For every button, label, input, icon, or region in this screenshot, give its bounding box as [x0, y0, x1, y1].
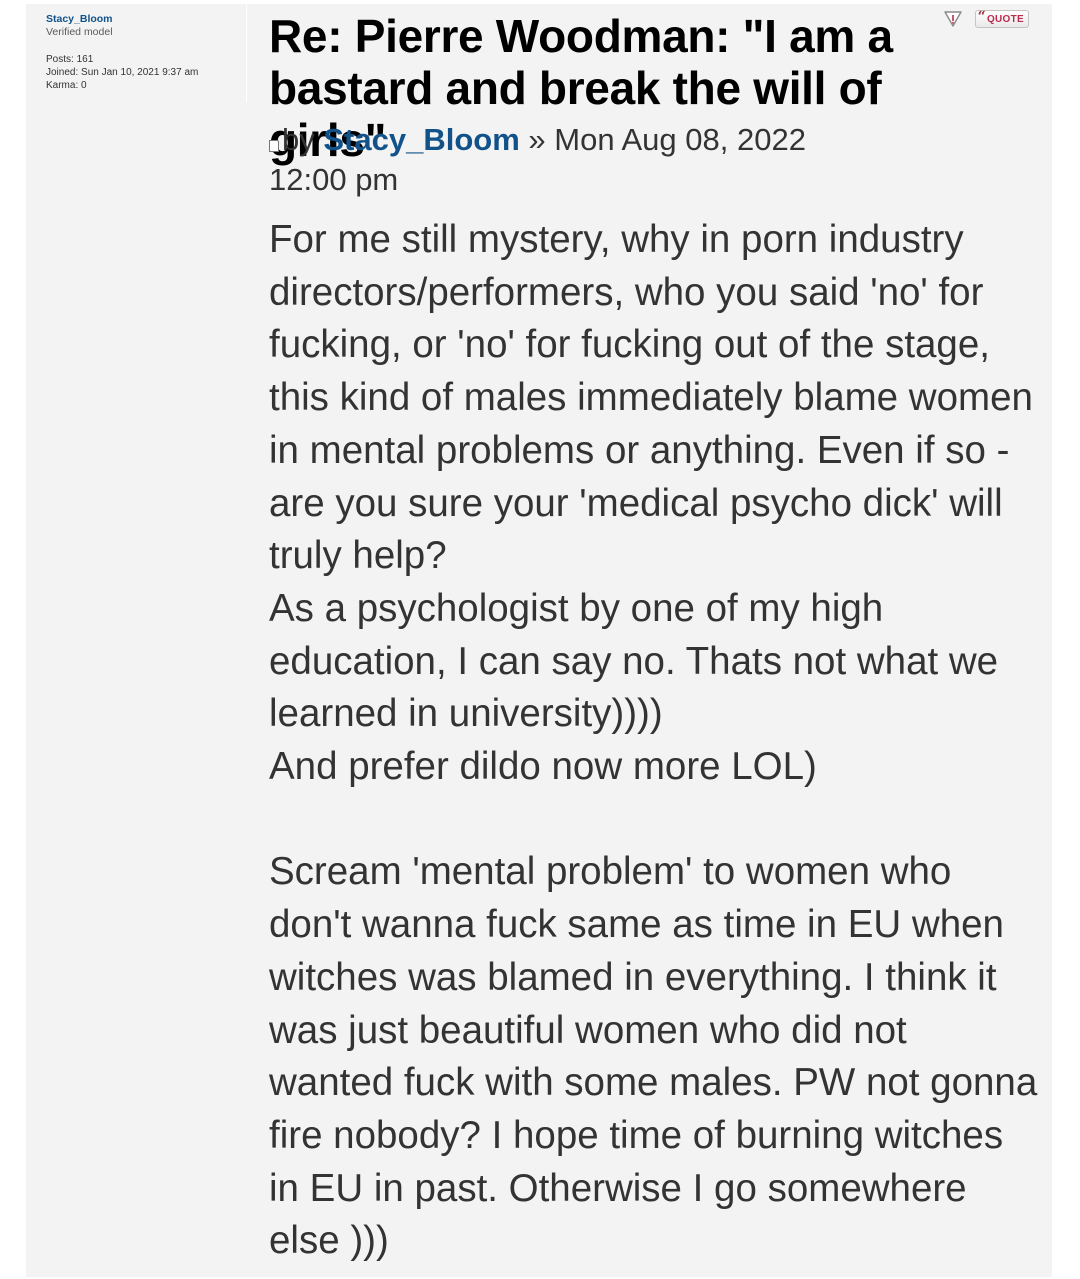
by-label: by [282, 122, 315, 157]
karma-value: 0 [81, 80, 87, 91]
post-buttons: “ QUOTE [943, 10, 1029, 28]
posts-label: Posts: [46, 54, 74, 65]
profile-joined: Joined: Sun Jan 10, 2021 9:37 am [46, 66, 198, 79]
quote-button-label: QUOTE [986, 13, 1024, 25]
post-profile: Stacy_Bloom Verified model Posts: 161 Jo… [26, 4, 247, 102]
karma-label: Karma: [46, 80, 79, 91]
joined-value: Sun Jan 10, 2021 9:37 am [81, 67, 199, 78]
profile-posts: Posts: 161 [46, 53, 198, 66]
post-link-icon[interactable] [269, 140, 279, 152]
profile-rank: Verified model [46, 26, 113, 38]
content-blank-line: ​ [269, 794, 1039, 847]
post-author-link[interactable]: Stacy_Bloom [323, 122, 519, 157]
content-paragraph: And prefer dildo now more LOL) [269, 745, 817, 789]
content-paragraph: Scream 'mental problem' to women who don… [269, 850, 1048, 1263]
quote-marks-icon: “ [977, 9, 986, 25]
profile-details: Posts: 161 Joined: Sun Jan 10, 2021 9:37… [46, 53, 198, 92]
post-content: For me still mystery, why in porn indust… [269, 214, 1039, 1268]
report-button[interactable] [943, 10, 963, 28]
forum-post: Stacy_Bloom Verified model Posts: 161 Jo… [26, 4, 1052, 1277]
content-paragraph: For me still mystery, why in porn indust… [269, 218, 1044, 578]
quote-button[interactable]: “ QUOTE [974, 9, 1029, 28]
meta-separator: » [528, 122, 546, 157]
joined-label: Joined: [46, 67, 79, 78]
profile-username-link[interactable]: Stacy_Bloom [46, 13, 113, 25]
profile-karma: Karma: 0 [46, 79, 198, 92]
posts-value[interactable]: 161 [77, 54, 94, 65]
content-paragraph: As a psychologist by one of my high educ… [269, 586, 1009, 736]
post-meta: by Stacy_Bloom » Mon Aug 08, 2022 12:00 … [269, 120, 849, 200]
report-warning-icon [943, 11, 962, 27]
